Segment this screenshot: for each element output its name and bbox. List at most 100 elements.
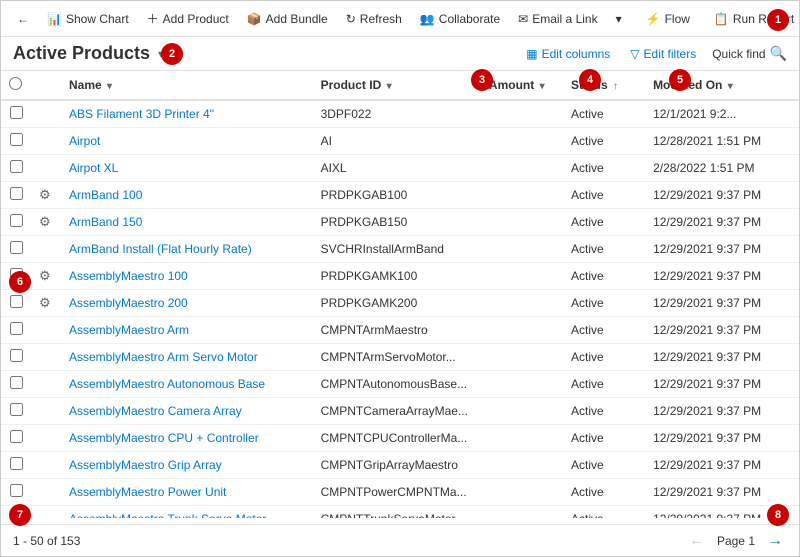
row-checkbox-cell[interactable] bbox=[1, 479, 31, 506]
subheader: Active Products ▾ ▦ Edit columns ▽ Edit … bbox=[1, 37, 799, 71]
row-checkbox-cell[interactable] bbox=[1, 317, 31, 344]
row-checkbox-cell[interactable] bbox=[1, 452, 31, 479]
row-name-cell[interactable]: AssemblyMaestro Arm Servo Motor bbox=[61, 344, 313, 371]
row-checkbox[interactable] bbox=[10, 511, 23, 518]
row-status-cell: Active bbox=[563, 209, 645, 236]
back-button[interactable]: ← bbox=[9, 8, 37, 30]
product-name-link[interactable]: AssemblyMaestro Camera Array bbox=[69, 404, 242, 418]
row-checkbox[interactable] bbox=[10, 241, 23, 254]
row-name-cell[interactable]: ABS Filament 3D Printer 4" bbox=[61, 100, 313, 128]
row-checkbox-cell[interactable] bbox=[1, 398, 31, 425]
row-name-cell[interactable]: Airpot XL bbox=[61, 155, 313, 182]
product-name-link[interactable]: AssemblyMaestro 100 bbox=[69, 269, 188, 283]
row-name-cell[interactable]: AssemblyMaestro Arm bbox=[61, 317, 313, 344]
product-name-link[interactable]: AssemblyMaestro CPU + Controller bbox=[69, 431, 259, 445]
row-checkbox[interactable] bbox=[10, 133, 23, 146]
row-checkbox-cell[interactable] bbox=[1, 182, 31, 209]
run-report-button[interactable]: 📋 Run Report bbox=[706, 8, 800, 30]
row-checkbox[interactable] bbox=[10, 295, 23, 308]
prev-page-button[interactable]: ← bbox=[685, 530, 709, 552]
row-name-cell[interactable]: AssemblyMaestro Autonomous Base bbox=[61, 371, 313, 398]
row-modified-cell: 12/29/2021 9:37 PM bbox=[645, 236, 799, 263]
select-all-header[interactable] bbox=[1, 71, 31, 100]
add-bundle-button[interactable]: 📦 Add Bundle bbox=[239, 8, 336, 30]
search-icon[interactable]: 🔍 bbox=[770, 45, 787, 62]
product-name-link[interactable]: AssemblyMaestro Arm Servo Motor bbox=[69, 350, 258, 364]
row-checkbox-cell[interactable] bbox=[1, 263, 31, 290]
edit-columns-button[interactable]: ▦ Edit columns bbox=[522, 45, 614, 63]
row-name-cell[interactable]: ArmBand 150 bbox=[61, 209, 313, 236]
modified-header[interactable]: Modified On ▾ bbox=[645, 71, 799, 100]
row-checkbox-cell[interactable] bbox=[1, 425, 31, 452]
row-checkbox-cell[interactable] bbox=[1, 128, 31, 155]
table-row: AssemblyMaestro Power UnitCMPNTPowerCMPN… bbox=[1, 479, 799, 506]
product-name-link[interactable]: ArmBand Install (Flat Hourly Rate) bbox=[69, 242, 252, 256]
row-amount-cell bbox=[481, 236, 563, 263]
row-checkbox-cell[interactable] bbox=[1, 155, 31, 182]
product-name-link[interactable]: ArmBand 150 bbox=[69, 215, 142, 229]
flow-button[interactable]: ⚡ Flow bbox=[638, 8, 698, 30]
email-link-button[interactable]: ✉ Email a Link bbox=[510, 8, 605, 30]
row-product-id-cell: CMPNTCPUControllerMa... bbox=[313, 425, 481, 452]
row-checkbox[interactable] bbox=[10, 403, 23, 416]
table-row: ⚙ArmBand 100PRDPKGAB100Active12/29/2021 … bbox=[1, 182, 799, 209]
chevron-more-button[interactable]: ▾ bbox=[608, 8, 630, 30]
collaborate-button[interactable]: 👥 Collaborate bbox=[412, 8, 508, 30]
product-name-link[interactable]: AssemblyMaestro Trunk Servo Motor bbox=[69, 512, 266, 518]
row-name-cell[interactable]: AssemblyMaestro 200 bbox=[61, 290, 313, 317]
row-checkbox[interactable] bbox=[10, 160, 23, 173]
row-name-cell[interactable]: ArmBand 100 bbox=[61, 182, 313, 209]
product-name-link[interactable]: AssemblyMaestro Power Unit bbox=[69, 485, 226, 499]
row-checkbox-cell[interactable] bbox=[1, 236, 31, 263]
row-checkbox[interactable] bbox=[10, 457, 23, 470]
next-page-button[interactable]: → bbox=[763, 530, 787, 552]
status-header[interactable]: Status ↑ bbox=[563, 71, 645, 100]
row-checkbox-cell[interactable] bbox=[1, 100, 31, 128]
modified-sort-icon: ▾ bbox=[728, 81, 733, 92]
row-name-cell[interactable]: AssemblyMaestro CPU + Controller bbox=[61, 425, 313, 452]
row-checkbox-cell[interactable] bbox=[1, 290, 31, 317]
row-checkbox[interactable] bbox=[10, 376, 23, 389]
row-checkbox-cell[interactable] bbox=[1, 371, 31, 398]
amount-header[interactable]: Amount ▾ bbox=[481, 71, 563, 100]
row-checkbox[interactable] bbox=[10, 106, 23, 119]
product-name-link[interactable]: AssemblyMaestro Arm bbox=[69, 323, 189, 337]
row-name-cell[interactable]: AssemblyMaestro Power Unit bbox=[61, 479, 313, 506]
row-checkbox-cell[interactable] bbox=[1, 209, 31, 236]
edit-filters-button[interactable]: ▽ Edit filters bbox=[626, 45, 700, 63]
view-chevron-icon[interactable]: ▾ bbox=[158, 47, 164, 61]
row-name-cell[interactable]: Airpot bbox=[61, 128, 313, 155]
row-status-cell: Active bbox=[563, 290, 645, 317]
name-header[interactable]: Name ▾ bbox=[61, 71, 313, 100]
row-checkbox[interactable] bbox=[10, 187, 23, 200]
product-name-link[interactable]: Airpot bbox=[69, 134, 100, 148]
show-chart-button[interactable]: 📊 Show Chart bbox=[39, 8, 137, 30]
refresh-button[interactable]: ↻ Refresh bbox=[338, 8, 410, 30]
product-name-link[interactable]: Airpot XL bbox=[69, 161, 118, 175]
add-product-button[interactable]: ＋ Add Product bbox=[139, 6, 237, 31]
next-icon: → bbox=[767, 532, 783, 549]
row-checkbox[interactable] bbox=[10, 430, 23, 443]
row-name-cell[interactable]: AssemblyMaestro Camera Array bbox=[61, 398, 313, 425]
row-checkbox[interactable] bbox=[10, 322, 23, 335]
row-name-cell[interactable]: AssemblyMaestro Trunk Servo Motor bbox=[61, 506, 313, 519]
select-all-radio[interactable] bbox=[9, 77, 22, 90]
product-name-link[interactable]: AssemblyMaestro Autonomous Base bbox=[69, 377, 265, 391]
product-name-link[interactable]: AssemblyMaestro 200 bbox=[69, 296, 188, 310]
product-name-link[interactable]: AssemblyMaestro Grip Array bbox=[69, 458, 222, 472]
row-checkbox[interactable] bbox=[10, 349, 23, 362]
row-checkbox[interactable] bbox=[10, 214, 23, 227]
row-name-cell[interactable]: AssemblyMaestro 100 bbox=[61, 263, 313, 290]
row-checkbox[interactable] bbox=[10, 484, 23, 497]
row-name-cell[interactable]: ArmBand Install (Flat Hourly Rate) bbox=[61, 236, 313, 263]
row-modified-cell: 12/29/2021 9:37 PM bbox=[645, 371, 799, 398]
product-name-link[interactable]: ArmBand 100 bbox=[69, 188, 142, 202]
product-name-link[interactable]: ABS Filament 3D Printer 4" bbox=[69, 107, 214, 121]
collaborate-icon: 👥 bbox=[420, 12, 435, 26]
row-status-cell: Active bbox=[563, 425, 645, 452]
row-name-cell[interactable]: AssemblyMaestro Grip Array bbox=[61, 452, 313, 479]
row-checkbox[interactable] bbox=[10, 268, 23, 281]
row-checkbox-cell[interactable] bbox=[1, 344, 31, 371]
row-checkbox-cell[interactable] bbox=[1, 506, 31, 519]
product-id-header[interactable]: Product ID ▾ bbox=[313, 71, 481, 100]
